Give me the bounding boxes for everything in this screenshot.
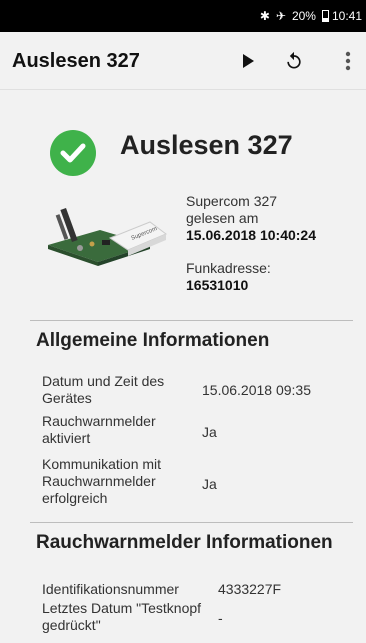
clock: 10:41	[331, 9, 362, 23]
radio-address-label: Funkadresse:	[186, 260, 271, 276]
read-at-value: 15.06.2018 10:40:24	[186, 227, 316, 243]
device-name: Supercom 327	[186, 193, 278, 209]
radio-address-value: 16531010	[186, 277, 249, 293]
info-row-value: 15.06.2018 09:35	[202, 382, 311, 398]
status-hero	[50, 130, 96, 176]
divider	[30, 522, 353, 523]
device-module-icon: Supercom	[48, 207, 167, 266]
info-row-label: Datum und Zeit des Gerätes	[42, 373, 165, 406]
refresh-icon	[287, 51, 301, 69]
airplane-icon: ✈	[275, 9, 286, 23]
divider	[30, 320, 353, 321]
more-vert-icon	[345, 51, 351, 71]
battery-percent: 20%	[291, 9, 316, 23]
info-row-label: Kommunikation mit Rauchwarnmelder erfolg…	[42, 456, 162, 506]
refresh-button[interactable]	[278, 45, 310, 77]
battery-icon	[321, 10, 332, 22]
info-row-value: Ja	[202, 424, 217, 440]
check-circle-icon	[50, 130, 96, 176]
play-button[interactable]	[232, 45, 264, 77]
info-row-value: Ja	[202, 476, 217, 492]
device-info: Supercom 327 gelesen am 15.06.2018 10:40…	[186, 193, 316, 294]
info-row-value: 4333227F	[218, 581, 282, 597]
info-row-label: Identifikationsnummer	[42, 581, 179, 597]
page-title: Auslesen 327	[120, 130, 293, 160]
readout-content: Auslesen 327 Supercom Supercom 327 geles…	[0, 90, 366, 643]
bluetooth-icon: ✱	[259, 9, 270, 23]
status-bar: ✱ ✈ 20% 10:41	[0, 0, 366, 32]
info-row-label: Rauchwarnmelder aktiviert	[42, 413, 156, 446]
info-row-label: Letztes Datum "Testknopf gedrückt"	[42, 600, 202, 633]
info-row-value: -	[218, 610, 223, 626]
section-title-general: Allgemeine Informationen	[36, 330, 270, 351]
app-bar-title: Auslesen 327	[12, 50, 140, 72]
read-at-label: gelesen am	[186, 210, 259, 226]
play-icon	[243, 54, 254, 68]
more-options-button[interactable]	[332, 45, 364, 77]
section-title-smoke-detector: Rauchwarnmelder Informationen	[36, 532, 333, 553]
app-bar: Auslesen 327	[0, 32, 366, 90]
